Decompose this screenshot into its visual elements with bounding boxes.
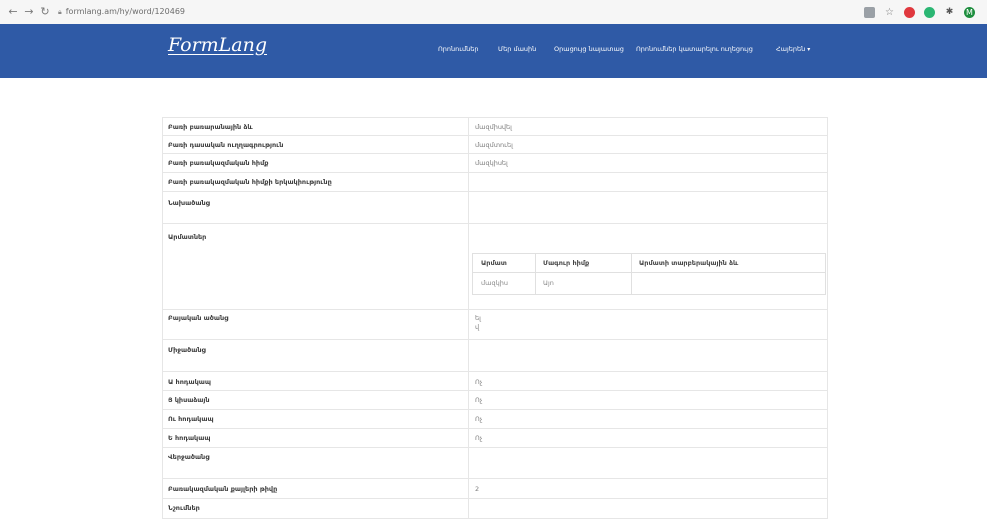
word-details-table: Բառի բառարանային ձև մազմիսվել Բառի դասակ… <box>162 117 828 519</box>
row-label: Բառակազմական քայլերի թիվը <box>168 485 278 493</box>
row-label: Նախածանց <box>168 199 210 207</box>
reload-icon[interactable]: ↻ <box>38 5 52 19</box>
row-label: Ա հոդակապ <box>168 378 211 386</box>
row-value: Ոչ <box>475 378 483 386</box>
address-bar[interactable]: 🔒︎ formlang.am/hy/word/120469 <box>58 5 185 19</box>
row-value: մազմտուել <box>475 141 513 149</box>
row-value: 2 <box>475 485 480 493</box>
row-label: Յ կիսաձայն <box>168 396 210 404</box>
site-header: FormLang Որոնումներ Մեր մասին Օրացույց ն… <box>0 24 987 78</box>
table-row: Ու հոդակապ Ոչ <box>162 409 828 429</box>
address-url: formlang.am/hy/word/120469 <box>65 7 185 16</box>
row-label: Բառի բառարանային ձև <box>168 123 253 131</box>
forward-icon[interactable]: → <box>22 5 36 19</box>
row-value: Ոչ <box>475 434 483 442</box>
table-row: Բառակազմական քայլերի թիվը 2 <box>162 478 828 499</box>
row-label: Բառի բառակազմական հիմքի երկակիությունը <box>168 178 332 186</box>
main-menu: Որոնումներ Մեր մասին Օրացույց նայատաց Որ… <box>0 45 987 59</box>
table-row: Ե հոդակապ Ոչ <box>162 428 828 448</box>
roots-cell-root: մազկիս <box>481 279 508 287</box>
extensions-puzzle-icon[interactable]: ✱ <box>944 7 955 18</box>
table-row-roots: Արմատներ Արմատ Մագուր հիմք Արմատի տարբեր… <box>162 223 828 310</box>
extension-green-icon[interactable] <box>924 6 935 18</box>
row-value: Ոչ <box>475 415 483 423</box>
table-row: Բայական ածանց ել վ <box>162 309 828 340</box>
row-label: Նշումներ <box>168 504 200 512</box>
row-label: Բառի բառակազմական հիմք <box>168 159 269 167</box>
menu-item-calendar[interactable]: Օրացույց նայատաց <box>554 45 624 53</box>
menu-item-about[interactable]: Մեր մասին <box>498 45 536 53</box>
browser-toolbar: ← → ↻ 🔒︎ formlang.am/hy/word/120469 ☆ ✱ … <box>0 0 987 25</box>
translate-icon[interactable] <box>864 6 875 18</box>
row-label: Վերջածանց <box>168 453 210 461</box>
extensions-bar: ☆ ✱ M <box>864 5 975 19</box>
language-label: Հայերեն <box>776 45 806 53</box>
caret-down-icon: ▾ <box>807 46 811 53</box>
star-icon[interactable]: ☆ <box>884 7 895 18</box>
roots-table: Արմատ Մագուր հիմք Արմատի տարբերակային ձև… <box>472 253 826 295</box>
menu-item-language[interactable]: Հայերեն ▾ <box>776 45 810 53</box>
back-icon[interactable]: ← <box>6 5 20 19</box>
extension-red-icon[interactable] <box>904 6 915 18</box>
table-row: Նախածանց <box>162 191 828 224</box>
table-row: Յ կիսաձայն Ոչ <box>162 390 828 410</box>
table-row: Բառի դասական ուղղագրություն մազմտուել <box>162 135 828 154</box>
table-row: Բառի բառակազմական հիմքի երկակիությունը <box>162 172 828 192</box>
profile-avatar-icon[interactable]: M <box>964 6 975 18</box>
row-value: ել վ <box>475 314 481 331</box>
roots-header-root: Արմատ <box>481 259 507 267</box>
menu-item-searches[interactable]: Որոնումներ <box>438 45 479 53</box>
row-label: Բառի դասական ուղղագրություն <box>168 141 284 149</box>
roots-header-base: Մագուր հիմք <box>543 259 590 267</box>
table-row: Բառի բառակազմական հիմք մազկիսել <box>162 153 828 173</box>
row-label: Միջածանց <box>168 346 206 354</box>
row-label: Ու հոդակապ <box>168 415 214 423</box>
row-label: Բայական ածանց <box>168 314 229 322</box>
row-value: մազմիսվել <box>475 123 512 131</box>
lock-icon: 🔒︎ <box>58 8 62 16</box>
table-row: Բառի բառարանային ձև մազմիսվել <box>162 118 828 136</box>
row-value: Ոչ <box>475 396 483 404</box>
table-row: Ա հոդակապ Ոչ <box>162 371 828 391</box>
row-label: Ե հոդակապ <box>168 434 211 442</box>
table-row: Նշումներ <box>162 498 828 519</box>
menu-item-search-guide[interactable]: Որոնումներ կատարելու ուղեցույց <box>636 45 753 53</box>
roots-cell-base: Այո <box>543 279 554 287</box>
row-label: Արմատներ <box>168 233 207 241</box>
table-row: Վերջածանց <box>162 447 828 479</box>
roots-header-variant: Արմատի տարբերակային ձև <box>639 259 739 267</box>
row-value: մազկիսել <box>475 159 508 167</box>
table-row: Միջածանց <box>162 339 828 372</box>
